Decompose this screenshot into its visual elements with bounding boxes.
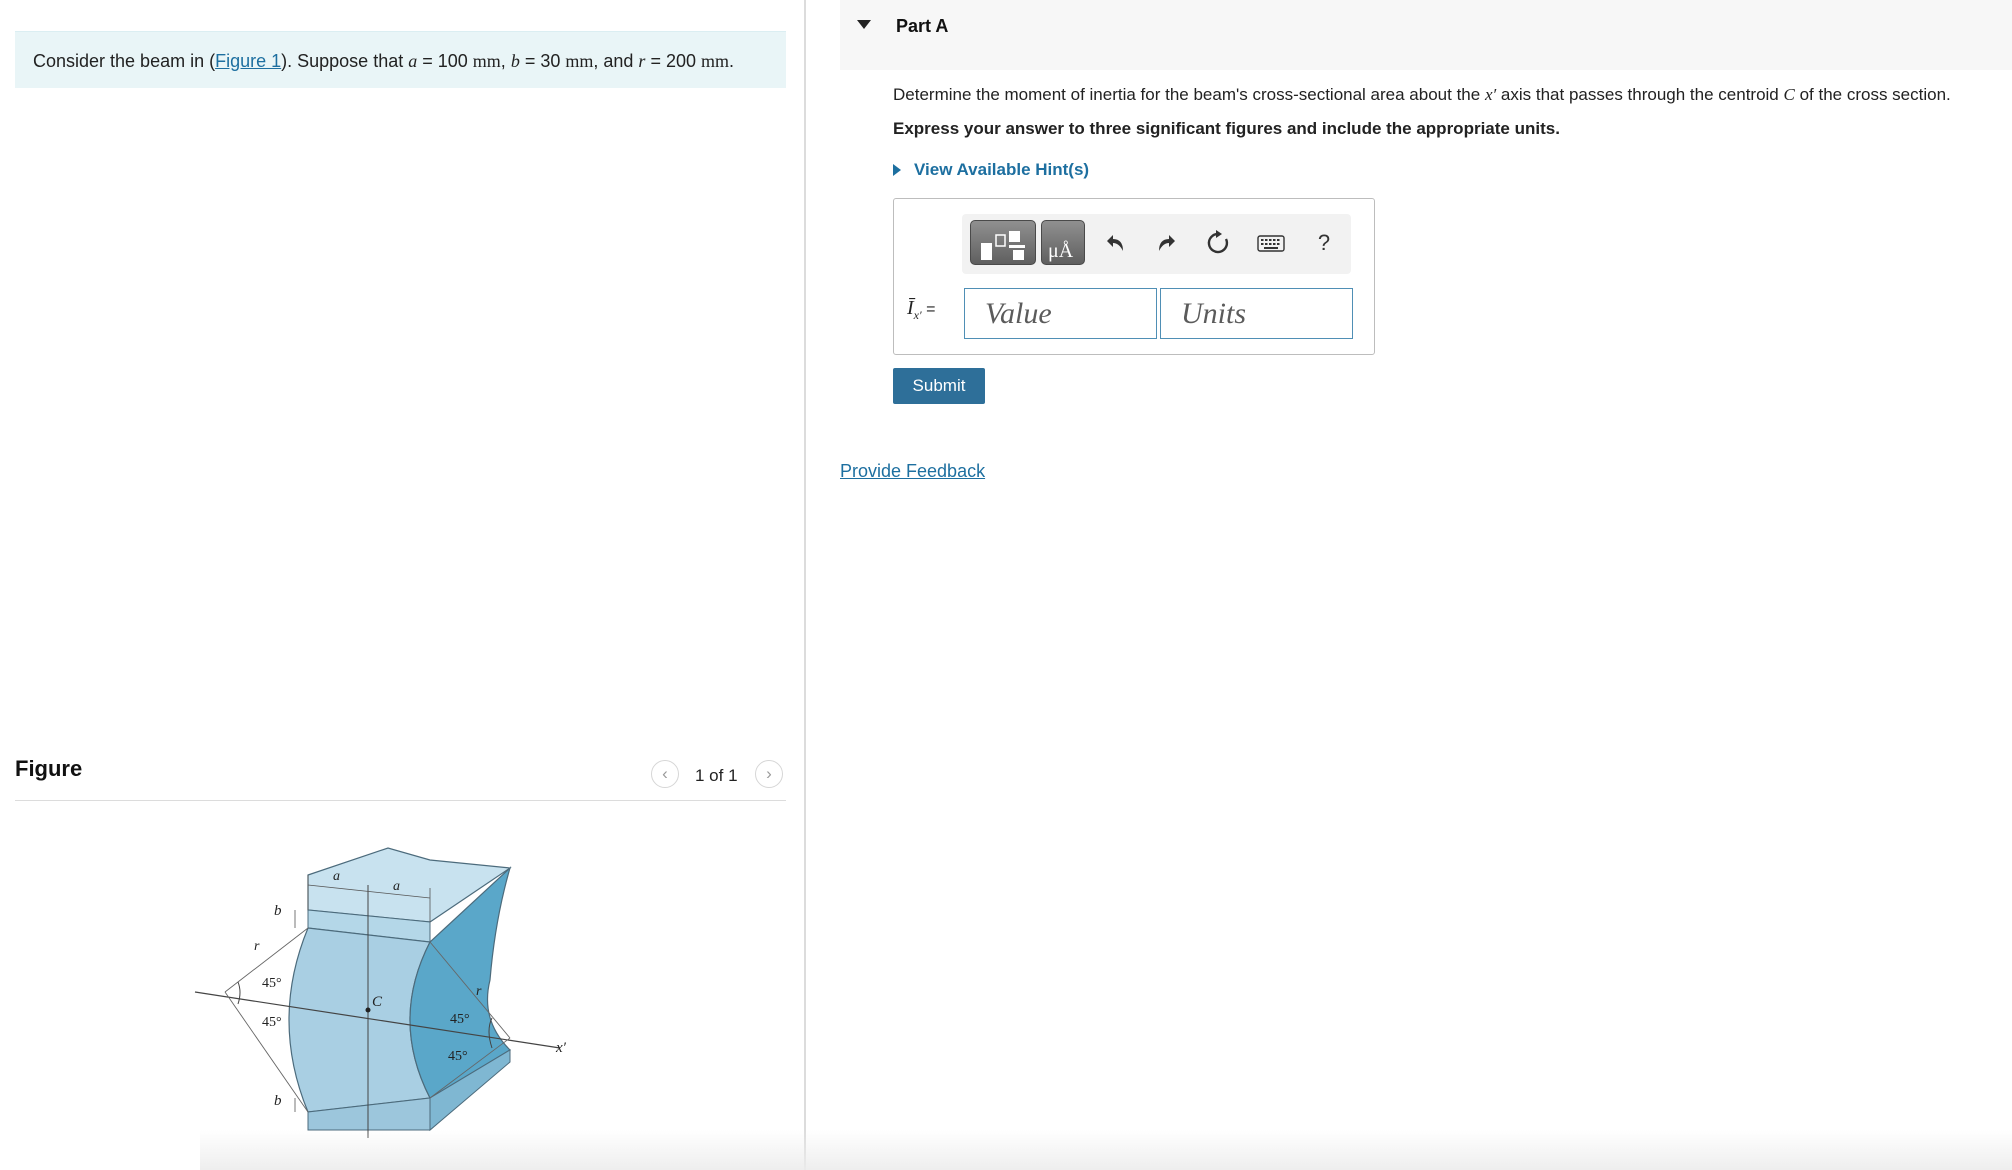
label-angle-3: 45° [450, 1012, 470, 1027]
instruction-text: Express your answer to three significant… [893, 119, 1560, 138]
label-r-left: r [254, 939, 260, 954]
label-b-top: b [274, 903, 282, 919]
problem-text: Consider the beam in (Figure 1). Suppose… [33, 50, 734, 72]
answer-equals: = [921, 301, 936, 318]
view-hints-toggle[interactable]: View Available Hint(s) [893, 160, 1089, 180]
answer-box: μÅ ? Īx′ = [893, 198, 1375, 355]
undo-button[interactable] [1099, 227, 1131, 259]
label-angle-2: 45° [262, 1015, 282, 1030]
angle-arc [237, 981, 241, 1005]
reset-button[interactable] [1202, 227, 1234, 259]
label-angle-1: 45° [262, 976, 282, 991]
redo-button[interactable] [1151, 227, 1183, 259]
left-pane: Consider the beam in (Figure 1). Suppose… [0, 0, 804, 1170]
problem-text-part: . [729, 51, 735, 71]
help-button[interactable]: ? [1308, 227, 1340, 259]
provide-feedback-link[interactable]: Provide Feedback [840, 461, 985, 482]
label-centroid: C [372, 994, 383, 1010]
figure-prev-button[interactable]: ‹ [651, 760, 679, 788]
question-text-part: axis that passes through the centroid [1496, 85, 1784, 104]
label-angle-4: 45° [448, 1049, 468, 1064]
var-a: a [408, 51, 418, 71]
units-glyph: μÅ [1048, 240, 1074, 262]
keyboard-button[interactable] [1255, 227, 1287, 259]
submit-button[interactable]: Submit [893, 368, 985, 404]
beam-figure: a a b b r r 45° 45° 45° 45° C x′ [194, 847, 567, 1138]
answer-symbol: Ī [907, 297, 914, 319]
figure-title: Figure [15, 756, 83, 781]
units-input[interactable] [1160, 288, 1353, 339]
label-a-1: a [333, 869, 340, 884]
question-text: Determine the moment of inertia for the … [893, 84, 1951, 106]
figure-next-button[interactable]: › [755, 760, 783, 788]
value-r: = 200 [645, 51, 701, 71]
unit-b: mm [565, 51, 594, 71]
undo-icon [1107, 235, 1123, 251]
value-b: = 30 [519, 51, 566, 71]
caret-right-icon [893, 164, 901, 176]
question-centroid: C [1783, 85, 1795, 104]
units-button[interactable]: μÅ [1041, 220, 1085, 265]
caret-down-icon[interactable] [857, 20, 871, 29]
value-input[interactable] [964, 288, 1157, 339]
hints-label: View Available Hint(s) [914, 160, 1090, 179]
units-icon: μÅ [1048, 240, 1074, 262]
question-text-part: Determine the moment of inertia for the … [893, 85, 1485, 104]
problem-text-part: Consider the beam in ( [33, 51, 216, 71]
answer-subscript: x′ [913, 308, 922, 322]
question-text-part: of the cross section. [1794, 85, 1951, 104]
answer-label: Īx′ = [907, 297, 935, 323]
problem-text-part: , [500, 51, 511, 71]
templates-icon [981, 231, 1025, 260]
problem-statement: Consider the beam in (Figure 1). Suppose… [15, 31, 786, 88]
templates-button[interactable] [970, 220, 1036, 265]
var-b: b [510, 51, 520, 71]
reset-icon [1207, 230, 1229, 254]
pane-divider[interactable] [804, 0, 806, 1170]
centroid-point [365, 1007, 371, 1013]
chevron-left-icon: ‹ [662, 764, 668, 783]
equation-toolbar: μÅ ? [962, 214, 1351, 274]
redo-icon [1159, 235, 1175, 251]
unit-r: mm [700, 51, 729, 71]
label-r-right: r [476, 984, 482, 999]
part-title: Part A [896, 16, 949, 36]
question-axis: x′ [1484, 85, 1497, 104]
keyboard-icon [1257, 235, 1285, 252]
problem-text-part: , and [593, 51, 639, 71]
label-b-bottom: b [274, 1093, 282, 1109]
chevron-right-icon: › [766, 764, 772, 783]
beam-front-body [288, 927, 431, 1113]
figure-divider [15, 800, 786, 801]
figure-counter: 1 of 1 [695, 766, 738, 785]
figure-link[interactable]: Figure 1 [215, 51, 281, 71]
unit-a: mm [472, 51, 501, 71]
part-header[interactable]: Part A [840, 0, 2012, 70]
label-a-2: a [393, 879, 400, 894]
label-x-prime: x′ [555, 1040, 567, 1056]
value-a: = 100 [417, 51, 473, 71]
problem-text-part: ). Suppose that [281, 51, 409, 71]
